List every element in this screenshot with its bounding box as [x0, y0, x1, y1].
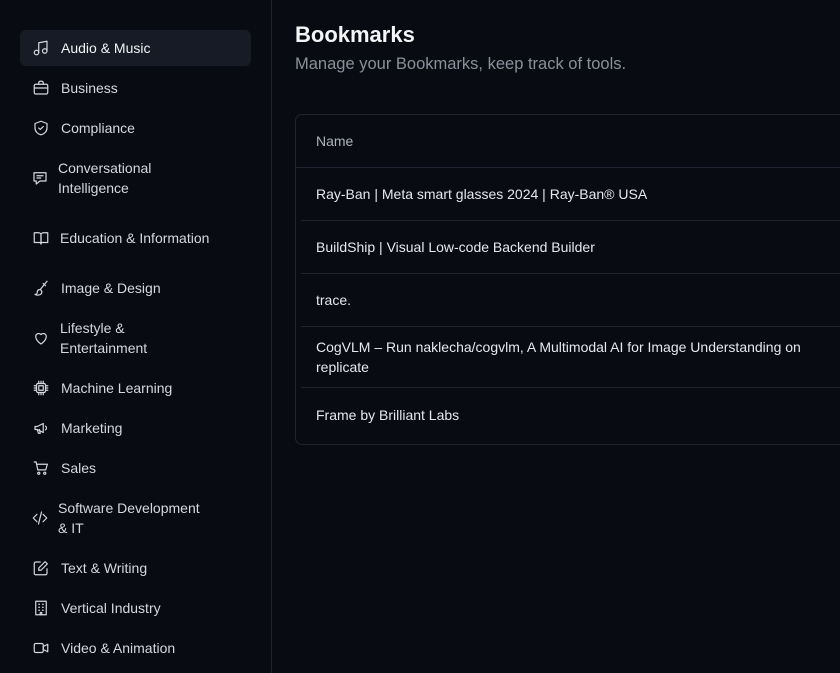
cpu-icon — [32, 379, 50, 397]
sidebar-item-compliance[interactable]: Compliance — [20, 110, 251, 146]
sidebar-item-vertical-industry[interactable]: Vertical Industry — [20, 590, 251, 626]
sidebar-item-label: Lifestyle & Entertainment — [60, 320, 148, 356]
sidebar-item-marketing[interactable]: Marketing — [20, 410, 251, 446]
sidebar-item-audio-music[interactable]: Audio & Music — [20, 30, 251, 66]
sidebar-item-sales[interactable]: Sales — [20, 450, 251, 486]
sidebar-item-label: Education & Information — [60, 230, 210, 246]
video-camera-icon — [32, 639, 50, 657]
sidebar-item-label: Machine Learning — [61, 380, 173, 396]
bookmark-name: BuildShip | Visual Low-code Backend Buil… — [316, 239, 595, 255]
heart-icon — [32, 329, 50, 347]
shopping-cart-icon — [32, 459, 50, 477]
sidebar-item-label: Business — [61, 80, 118, 96]
megaphone-icon — [32, 419, 50, 437]
sidebar-item-label: Text & Writing — [61, 560, 148, 576]
bookmark-name: Frame by Brilliant Labs — [316, 407, 460, 423]
table-row[interactable]: Frame by Brilliant Labs — [301, 388, 840, 442]
chat-bubble-icon — [31, 169, 49, 187]
sidebar-item-lifestyle-entertainment[interactable]: Lifestyle & Entertainment — [20, 318, 251, 358]
sidebar-item-business[interactable]: Business — [20, 70, 251, 106]
sidebar-item-software-development-it[interactable]: Software Development & IT — [20, 498, 251, 538]
sidebar-item-label: Vertical Industry — [61, 600, 161, 616]
sidebar-item-text-writing[interactable]: Text & Writing — [20, 550, 251, 586]
table-row[interactable]: CogVLM – Run naklecha/cogvlm, A Multimod… — [301, 327, 840, 388]
sidebar-item-label: Compliance — [61, 120, 135, 136]
bookmark-name: CogVLM – Run naklecha/cogvlm, A Multimod… — [316, 339, 801, 375]
building-icon — [32, 599, 50, 617]
code-icon — [31, 509, 49, 527]
page-subtitle: Manage your Bookmarks, keep track of too… — [295, 55, 627, 73]
sidebar-item-label: Sales — [61, 460, 97, 476]
app: Audio & Music Business Compliance Conver… — [0, 0, 840, 673]
sidebar-item-conversational-intelligence[interactable]: Conversational Intelligence — [20, 158, 251, 198]
shield-check-icon — [32, 119, 50, 137]
music-icon — [32, 39, 50, 57]
sidebar-item-label: Conversational Intelligence — [58, 160, 152, 196]
table-row[interactable]: BuildShip | Visual Low-code Backend Buil… — [301, 221, 840, 274]
table-row[interactable]: trace. — [301, 274, 840, 327]
bookmark-name: trace. — [316, 292, 352, 308]
sidebar-item-label: Software Development & IT — [58, 500, 200, 536]
pencil-square-icon — [32, 559, 50, 577]
briefcase-icon — [32, 79, 50, 97]
sidebar-item-video-animation[interactable]: Video & Animation — [20, 630, 251, 666]
bookmark-name: Ray-Ban | Meta smart glasses 2024 | Ray-… — [316, 186, 648, 202]
table-row[interactable]: Ray-Ban | Meta smart glasses 2024 | Ray-… — [301, 168, 840, 221]
sidebar-item-education-information[interactable]: Education & Information — [20, 218, 251, 258]
column-header-name[interactable]: Name — [296, 115, 840, 168]
sidebar-item-image-design[interactable]: Image & Design — [20, 270, 251, 306]
open-book-icon — [32, 229, 50, 247]
sidebar-item-label: Image & Design — [61, 280, 161, 296]
sidebar-item-machine-learning[interactable]: Machine Learning — [20, 370, 251, 406]
sidebar-item-label: Video & Animation — [61, 640, 176, 656]
sidebar-item-label: Audio & Music — [61, 40, 151, 56]
page-title: Bookmarks — [295, 22, 415, 47]
brush-icon — [32, 279, 50, 297]
bookmarks-table: Name Ray-Ban | Meta smart glasses 2024 |… — [295, 114, 840, 445]
sidebar: Audio & Music Business Compliance Conver… — [0, 0, 272, 673]
sidebar-item-label: Marketing — [61, 420, 123, 436]
